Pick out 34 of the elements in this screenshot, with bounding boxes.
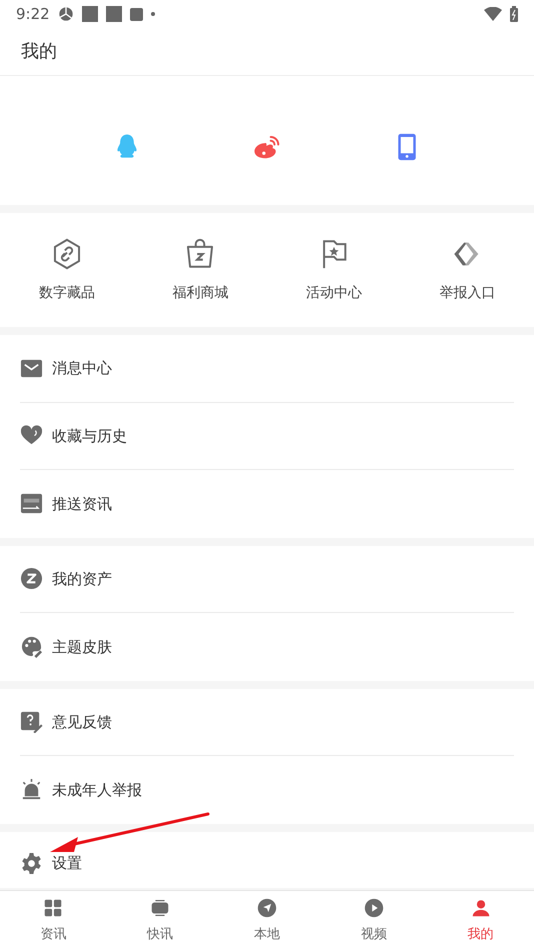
notification-icon bbox=[130, 8, 143, 20]
notification-icon bbox=[106, 6, 122, 22]
shortcut-label[interactable]: 数字藏品 bbox=[38, 282, 95, 304]
settings-icon[interactable] bbox=[20, 852, 43, 875]
palette-icon[interactable] bbox=[20, 635, 43, 658]
battery-icon bbox=[510, 6, 518, 22]
menu-item[interactable]: 收藏与历史 bbox=[52, 424, 127, 447]
z-coin-icon[interactable] bbox=[20, 567, 43, 590]
page-title: 我的 bbox=[21, 40, 57, 64]
menu-item[interactable]: 推送资讯 bbox=[52, 492, 112, 515]
nav-tab[interactable]: 资讯 bbox=[40, 924, 66, 944]
nav-tab[interactable]: 快讯 bbox=[147, 924, 174, 944]
alarm-light-icon[interactable] bbox=[20, 778, 43, 802]
menu-item[interactable]: 意见反馈 bbox=[52, 710, 112, 733]
more-notifications-icon bbox=[150, 12, 155, 16]
play-icon bbox=[362, 896, 385, 919]
compass-icon bbox=[256, 896, 278, 919]
menu-item[interactable]: 我的资产 bbox=[52, 568, 112, 590]
wifi-icon bbox=[484, 7, 502, 21]
notification-icon bbox=[82, 6, 98, 22]
nav-tab[interactable]: 我的 bbox=[468, 924, 494, 944]
menu-item[interactable]: 消息中心 bbox=[52, 357, 112, 380]
menu-item[interactable]: 设置 bbox=[52, 852, 82, 875]
notification-icon bbox=[58, 6, 74, 22]
shortcut-label[interactable]: 福利商城 bbox=[172, 282, 228, 304]
push-sign-icon[interactable] bbox=[20, 492, 43, 516]
status-time: 9:22 bbox=[16, 4, 50, 25]
menu-item[interactable]: 主题皮肤 bbox=[52, 636, 112, 658]
menu-item[interactable]: 未成年人举报 bbox=[52, 778, 142, 801]
nav-tab[interactable]: 视频 bbox=[360, 924, 387, 944]
question-note-icon[interactable] bbox=[20, 710, 43, 734]
nav-tab[interactable]: 本地 bbox=[254, 924, 280, 944]
shortcut-label[interactable]: 举报入口 bbox=[439, 282, 496, 304]
shortcut-label[interactable]: 活动中心 bbox=[306, 282, 362, 304]
